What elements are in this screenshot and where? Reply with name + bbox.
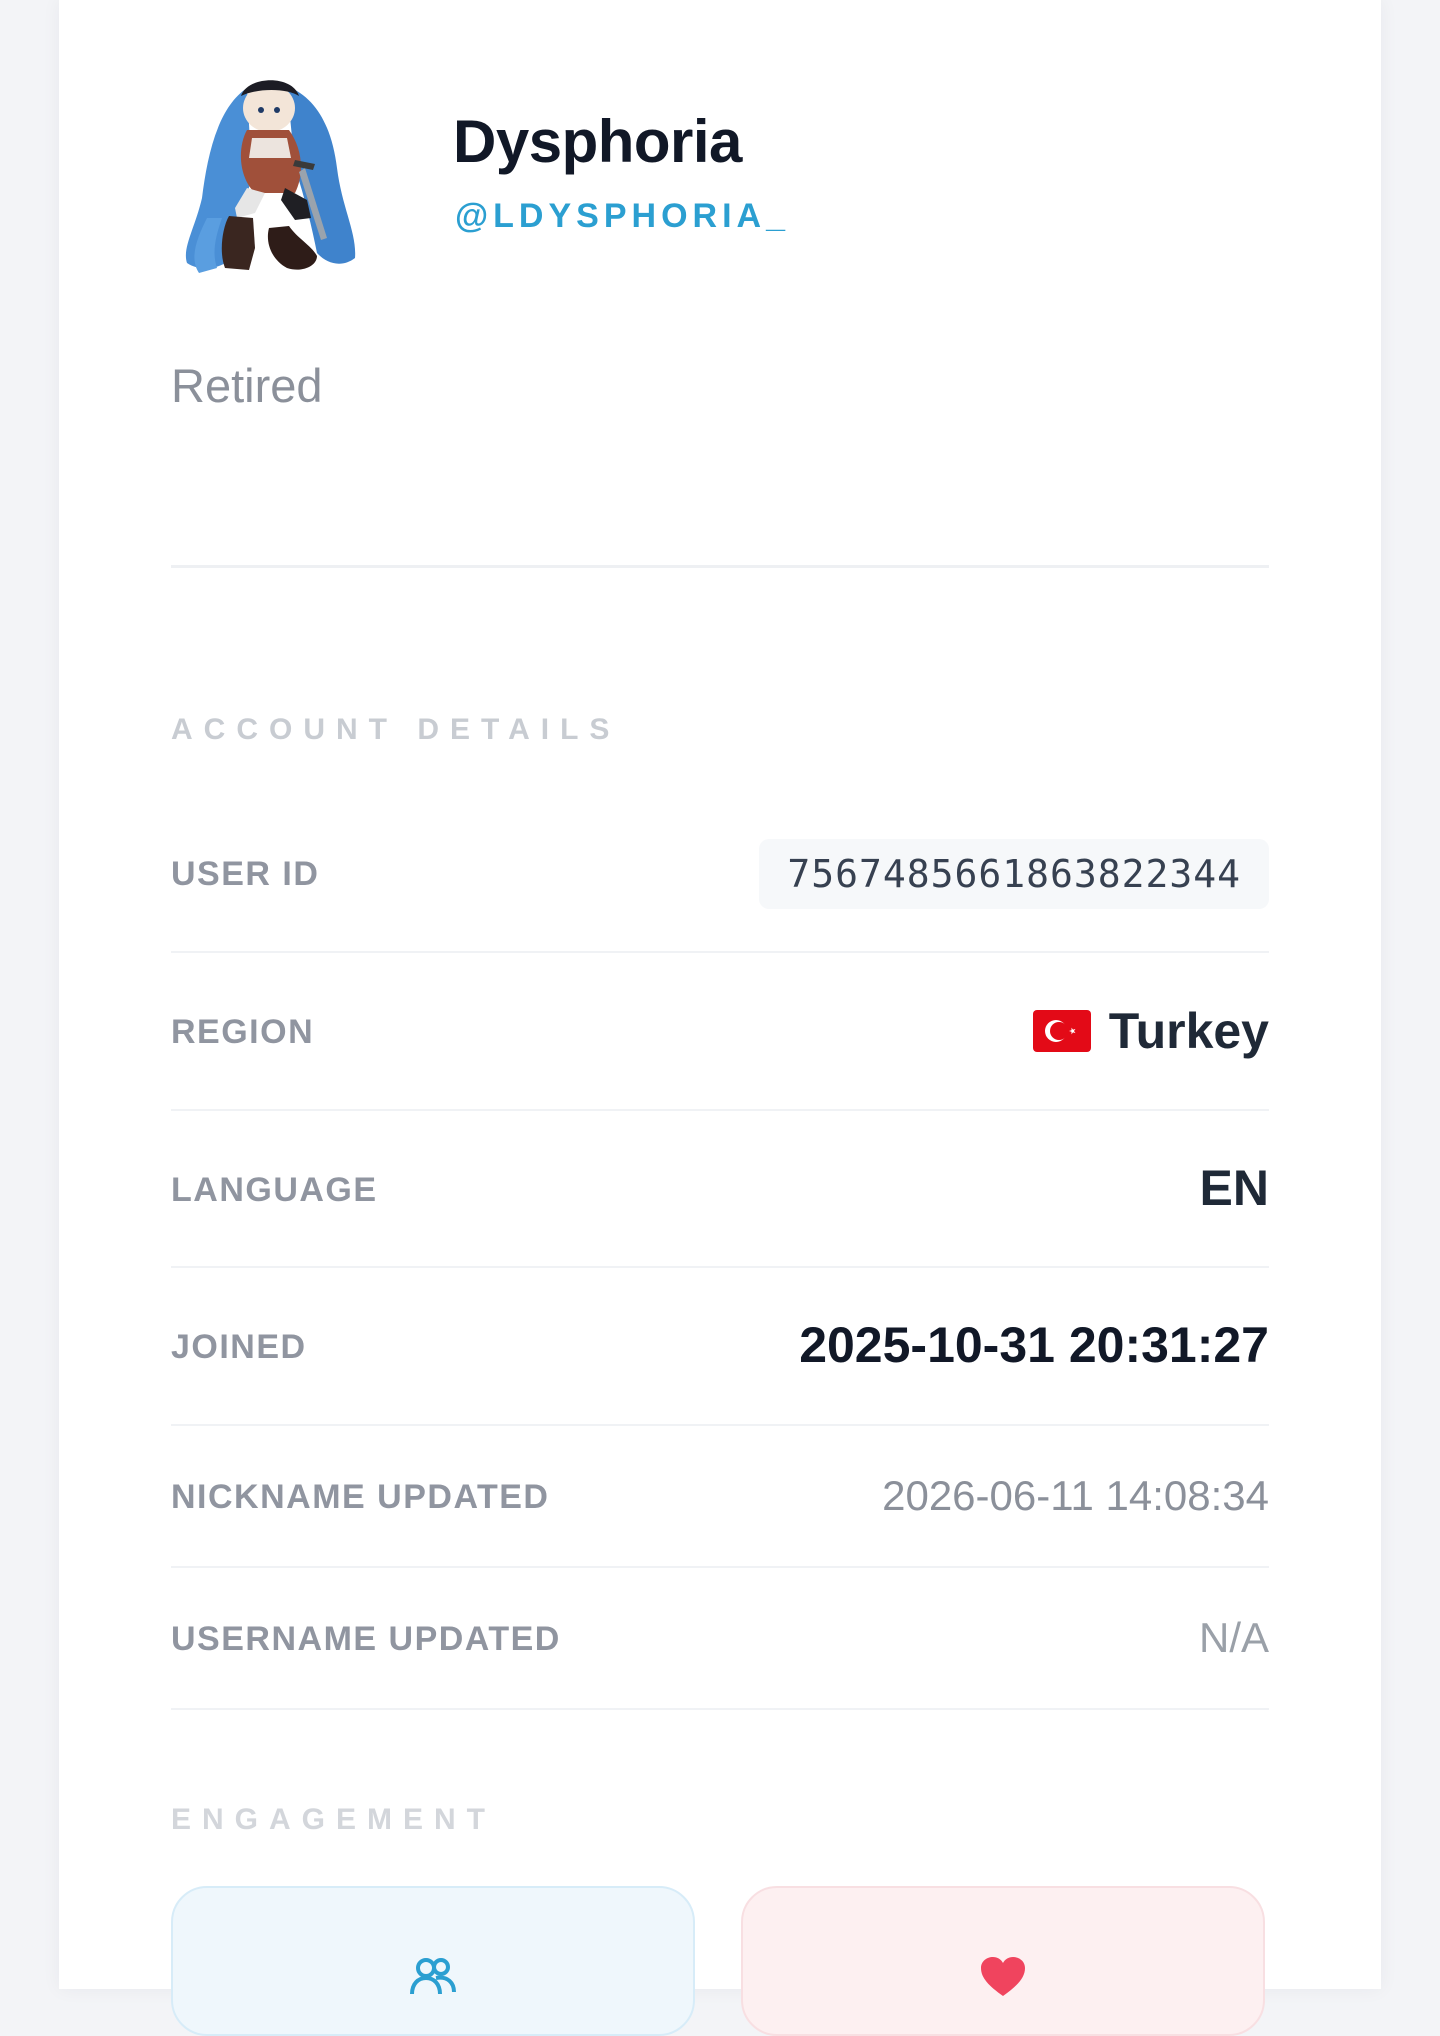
region-label: REGION <box>171 1013 315 1051</box>
username-updated-label: USERNAME UPDATED <box>171 1620 561 1658</box>
language-value: EN <box>1199 1160 1269 1216</box>
display-name: Dysphoria <box>453 108 742 175</box>
avatar[interactable] <box>177 68 367 284</box>
flag-turkey-icon <box>1032 1010 1091 1052</box>
nickname-updated-value: 2026-06-11 14:08:34 <box>882 1472 1269 1519</box>
language-label: LANGUAGE <box>171 1171 378 1209</box>
region-value: Turkey <box>1032 1001 1269 1061</box>
username-updated-value: N/A <box>1198 1614 1269 1661</box>
row-divider <box>171 1566 1269 1568</box>
profile-card: Dysphoria @LDYSPHORIA_ Retired ACCOUNT D… <box>59 0 1381 2036</box>
user-id-value[interactable]: 7567485661863822344 <box>759 839 1269 909</box>
joined-label: JOINED <box>171 1328 307 1366</box>
engagement-heading: ENGAGEMENT <box>171 1803 497 1836</box>
heart-icon <box>981 1957 1025 1996</box>
joined-value: 2025-10-31 20:31:27 <box>799 1317 1269 1373</box>
username-handle[interactable]: @LDYSPHORIA_ <box>455 194 790 238</box>
row-divider <box>171 1424 1269 1426</box>
likes-tile[interactable] <box>741 1886 1265 2036</box>
users-icon <box>410 1958 456 1995</box>
divider <box>171 565 1269 568</box>
row-divider <box>171 1109 1269 1111</box>
row-divider <box>171 951 1269 953</box>
nickname-updated-label: NICKNAME UPDATED <box>171 1478 550 1516</box>
account-details-heading: ACCOUNT DETAILS <box>171 713 621 746</box>
region-name: Turkey <box>1108 1003 1269 1059</box>
row-divider <box>171 1708 1269 1710</box>
row-divider <box>171 1266 1269 1268</box>
followers-tile[interactable] <box>171 1886 695 2036</box>
user-id-label: USER ID <box>171 855 320 893</box>
bio-text: Retired <box>171 359 323 412</box>
